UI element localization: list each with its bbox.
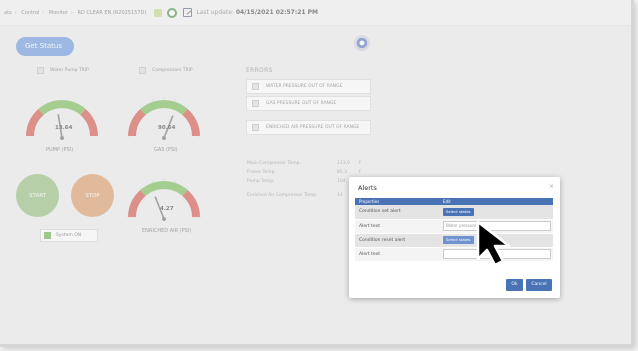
select-states-button[interactable]: Select states	[443, 236, 474, 244]
table-header-row: Properties Edit	[355, 198, 553, 205]
table-header: Properties	[355, 198, 439, 205]
ok-button[interactable]: Ok	[506, 279, 523, 291]
table-header: Edit	[439, 198, 553, 205]
close-icon[interactable]: ×	[549, 183, 554, 190]
property-label: Alert text	[355, 219, 439, 234]
table-row: Condition reset alert Select states	[355, 233, 553, 248]
property-label: Condition reset alert	[355, 233, 439, 248]
table-row: Condition set alert Select states	[355, 205, 553, 220]
property-label: Condition set alert	[355, 205, 439, 220]
cancel-button[interactable]: Cancel	[526, 279, 552, 291]
select-states-button[interactable]: Select states	[443, 207, 474, 216]
property-label: Alert text	[355, 247, 439, 262]
mouse-cursor-icon	[476, 220, 511, 267]
alerts-dialog-title: Alerts	[358, 184, 377, 192]
table-row: Alert text Water pressure	[355, 219, 553, 234]
alerts-table: Properties Edit Condition set alert Sele…	[355, 198, 553, 262]
app-window: ats › Control › Monitor › RD CLEAR EN (R202…	[0, 0, 634, 347]
table-row: Alert text	[355, 247, 553, 262]
edit-cell: Select states	[439, 205, 553, 220]
